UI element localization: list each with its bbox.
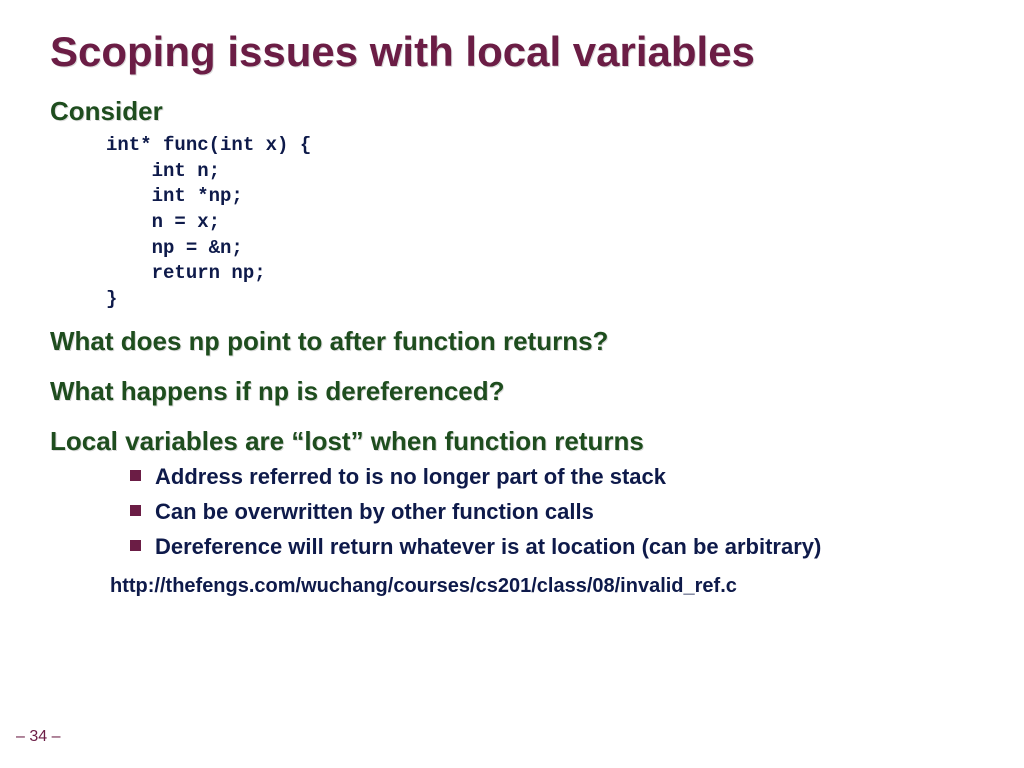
q2-pre: What happens if <box>50 376 258 406</box>
list-item: Dereference will return whatever is at l… <box>130 533 974 562</box>
bullet-text-3: Dereference will return whatever is at l… <box>155 533 821 562</box>
list-item: Can be overwritten by other function cal… <box>130 498 974 527</box>
section-consider: Consider <box>50 96 974 127</box>
square-bullet-icon <box>130 540 141 551</box>
slide-body: Scoping issues with local variables Cons… <box>0 0 1024 598</box>
bullet-text-1: Address referred to is no longer part of… <box>155 463 666 492</box>
reference-url: http://thefengs.com/wuchang/courses/cs20… <box>110 575 974 598</box>
section-question-1: What does np point to after function ret… <box>50 326 974 358</box>
q2-code: np <box>258 378 289 408</box>
square-bullet-icon <box>130 505 141 516</box>
slide-title: Scoping issues with local variables <box>50 28 974 76</box>
section-lost: Local variables are “lost” when function… <box>50 426 974 457</box>
q1-code: np <box>189 328 220 358</box>
square-bullet-icon <box>130 470 141 481</box>
code-block: int* func(int x) { int n; int *np; n = x… <box>106 133 974 312</box>
page-number: – 34 – <box>16 728 60 746</box>
section-question-2: What happens if np is dereferenced? <box>50 376 974 408</box>
q1-pre: What does <box>50 326 189 356</box>
q2-post: is dereferenced? <box>289 376 504 406</box>
bullet-list: Address referred to is no longer part of… <box>130 463 974 561</box>
q1-post: point to after function returns? <box>220 326 609 356</box>
list-item: Address referred to is no longer part of… <box>130 463 974 492</box>
bullet-text-2: Can be overwritten by other function cal… <box>155 498 594 527</box>
